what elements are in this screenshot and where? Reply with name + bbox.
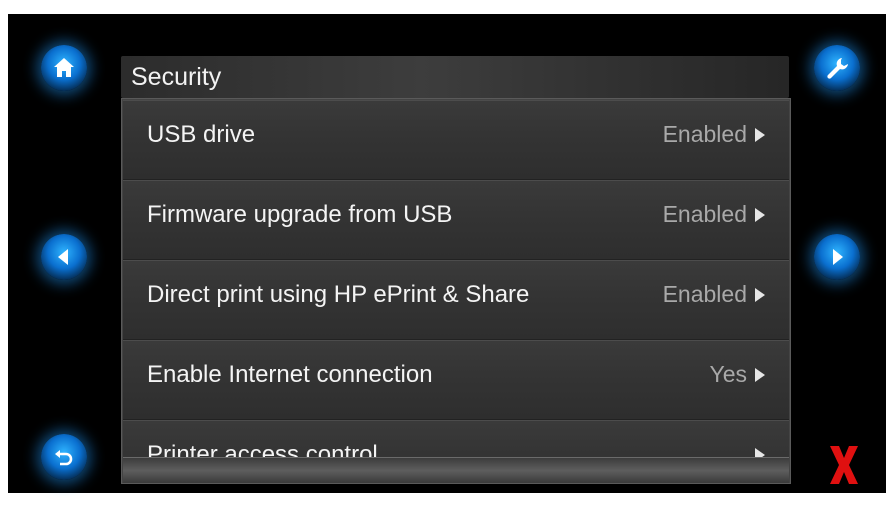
wrench-icon	[827, 58, 848, 79]
list-item-usb-drive[interactable]: USB drive Enabled	[123, 100, 789, 180]
settings-list-viewport[interactable]: USB drive Enabled Firmware upgrade from …	[123, 100, 789, 458]
list-item-printer-access-control[interactable]: Printer access control	[123, 420, 789, 458]
next-button[interactable]	[814, 234, 860, 280]
arrow-right-icon	[833, 249, 843, 265]
page-title: Security	[131, 63, 222, 91]
settings-button[interactable]	[814, 45, 860, 91]
list-item-label: Firmware upgrade from USB	[147, 201, 453, 228]
cancel-button[interactable]	[824, 442, 864, 488]
list-item-internet-connection[interactable]: Enable Internet connection Yes	[123, 340, 789, 420]
back-button[interactable]	[41, 434, 87, 480]
list-scrollbar[interactable]	[123, 457, 789, 483]
chevron-right-icon	[755, 128, 765, 142]
chevron-right-icon	[755, 368, 765, 382]
arrow-left-icon	[58, 249, 68, 265]
list-item-label: Printer access control	[147, 441, 378, 458]
back-icon	[55, 450, 73, 466]
previous-button[interactable]	[41, 234, 87, 280]
list-item-firmware-upgrade[interactable]: Firmware upgrade from USB Enabled	[123, 180, 789, 260]
chevron-right-icon	[755, 208, 765, 222]
title-bar: Security	[121, 56, 789, 98]
list-item-value: Enabled	[662, 121, 747, 147]
list-item-label: Direct print using HP ePrint & Share	[147, 281, 530, 308]
list-item-direct-print[interactable]: Direct print using HP ePrint & Share Ena…	[123, 260, 789, 340]
list-item-label: USB drive	[147, 121, 256, 148]
printer-screen: Security USB drive Enabled Firmware upgr…	[8, 14, 886, 493]
list-item-label: Enable Internet connection	[147, 361, 433, 388]
list-item-value: Enabled	[662, 201, 747, 227]
chevron-right-icon	[755, 288, 765, 302]
list-item-value: Yes	[709, 361, 747, 387]
red-x-icon	[830, 446, 858, 484]
list-item-value: Enabled	[662, 281, 747, 307]
settings-list: USB drive Enabled Firmware upgrade from …	[121, 98, 791, 484]
home-icon	[54, 58, 74, 77]
home-button[interactable]	[41, 45, 87, 91]
